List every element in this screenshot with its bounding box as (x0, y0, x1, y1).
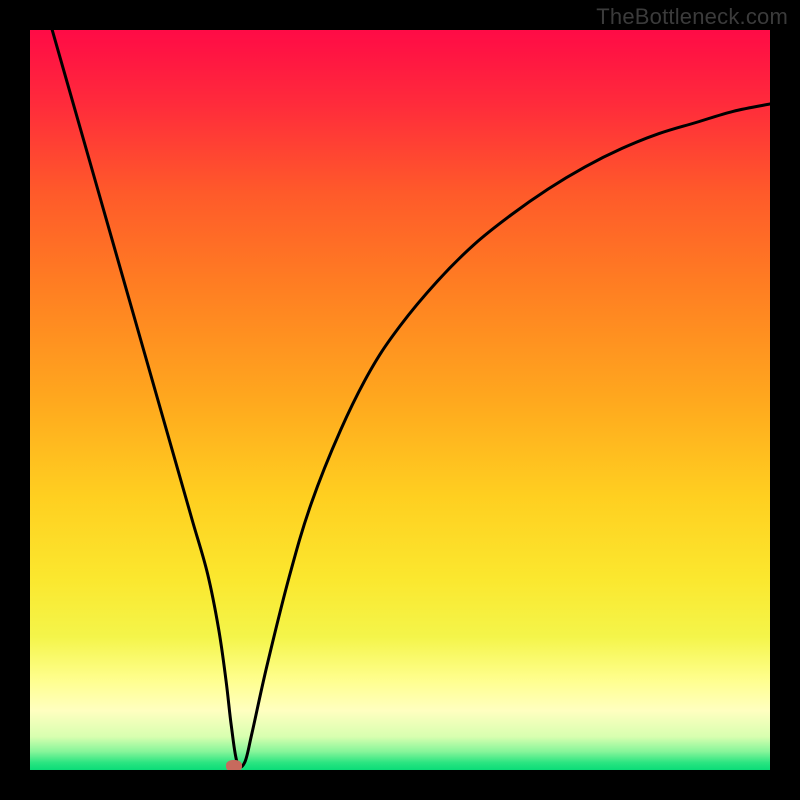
plot-area (30, 30, 770, 770)
bottleneck-curve (52, 30, 770, 767)
valley-marker (226, 760, 242, 770)
watermark-text: TheBottleneck.com (596, 4, 788, 30)
chart-frame: TheBottleneck.com (0, 0, 800, 800)
curve-svg (30, 30, 770, 770)
